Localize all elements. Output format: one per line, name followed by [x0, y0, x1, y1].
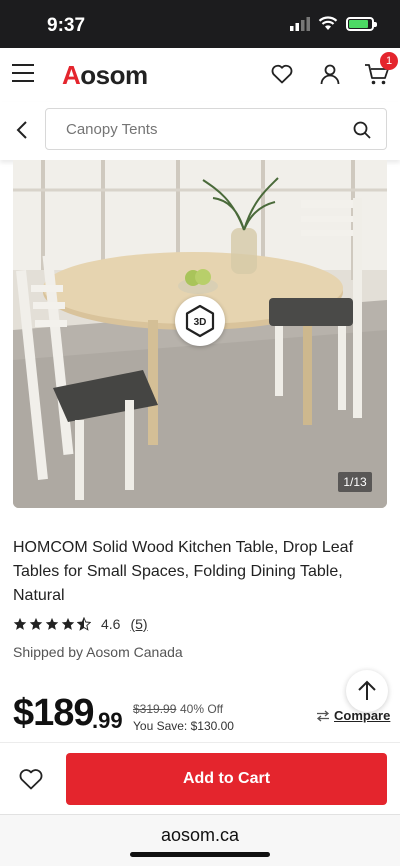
add-to-wishlist-heart-icon[interactable]: [18, 767, 44, 791]
discount-percent: 40% Off: [180, 702, 224, 716]
search-icon[interactable]: [352, 120, 372, 140]
star-rating: [13, 617, 91, 631]
menu-icon[interactable]: [12, 64, 34, 82]
browser-url-bar[interactable]: aosom.ca: [0, 814, 400, 866]
arrow-up-icon: [358, 680, 376, 700]
battery-icon: [346, 16, 377, 31]
star-full-icon: [61, 617, 75, 630]
view-3d-button[interactable]: 3D: [175, 296, 225, 346]
compare-link[interactable]: Compare: [316, 708, 390, 723]
home-indicator: [130, 852, 270, 857]
scroll-to-top-button[interactable]: [346, 670, 388, 712]
review-count-link[interactable]: (5): [130, 616, 147, 632]
status-bar: 9:37: [0, 0, 400, 48]
back-arrow-icon[interactable]: [14, 120, 32, 140]
savings-amount: You Save: $130.00: [133, 719, 234, 733]
wifi-icon: [318, 16, 338, 30]
search-box[interactable]: [45, 108, 387, 150]
star-full-icon: [13, 617, 27, 630]
aosom-logo[interactable]: Aosom: [62, 60, 148, 91]
view-3d-label: 3D: [194, 317, 207, 328]
price-dollars: $189: [13, 692, 95, 734]
product-title: HOMCOM Solid Wood Kitchen Table, Drop Le…: [13, 539, 354, 604]
star-half-icon: [77, 617, 91, 631]
cube-3d-icon: 3D: [185, 304, 215, 338]
rating-value: 4.6: [101, 616, 121, 632]
image-page-indicator: 1/13: [338, 472, 372, 492]
cart-count-badge: 1: [380, 52, 398, 70]
battery-level: [349, 19, 368, 28]
status-icons: [290, 16, 377, 31]
star-full-icon: [45, 617, 59, 630]
url-text: aosom.ca: [160, 825, 240, 845]
compare-label: Compare: [334, 708, 391, 723]
original-price: $319.99: [133, 702, 177, 716]
search-input[interactable]: [66, 121, 336, 138]
shipped-by: Shipped by Aosom Canada: [13, 644, 183, 660]
account-icon[interactable]: [318, 62, 342, 86]
compare-arrows-icon: [316, 710, 330, 721]
star-full-icon: [29, 617, 43, 630]
search-row: [0, 102, 400, 160]
product-image[interactable]: 3D: [13, 160, 387, 508]
status-time: 9:37: [47, 15, 86, 36]
rating-row: 4.6 (5): [13, 616, 148, 632]
cellular-signal-icon: [290, 16, 310, 31]
bottom-action-bar: Add to Cart: [0, 742, 400, 814]
price-cents: .99: [92, 708, 123, 733]
site-header: Aosom: [0, 48, 400, 102]
add-to-cart-button[interactable]: Add to Cart: [66, 753, 387, 805]
wishlist-heart-icon[interactable]: [270, 62, 294, 86]
